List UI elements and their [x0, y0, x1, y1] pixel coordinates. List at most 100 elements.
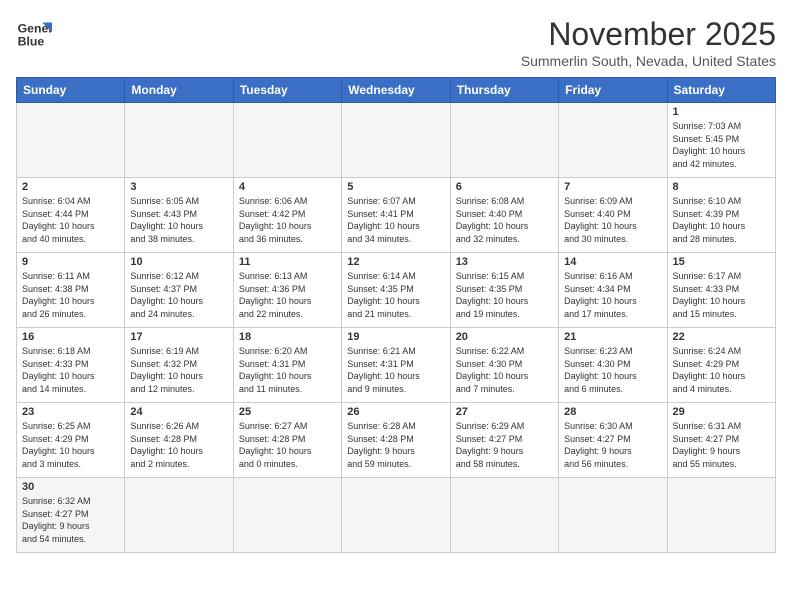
cell-info: Sunrise: 6:31 AM Sunset: 4:27 PM Dayligh…	[673, 420, 770, 470]
day-number: 13	[456, 256, 553, 268]
day-header-friday: Friday	[559, 78, 667, 103]
calendar-cell: 13 Sunrise: 6:15 AM Sunset: 4:35 PM Dayli…	[450, 253, 558, 328]
calendar-cell: 11 Sunrise: 6:13 AM Sunset: 4:36 PM Dayli…	[233, 253, 341, 328]
cell-info: Sunrise: 6:10 AM Sunset: 4:39 PM Dayligh…	[673, 195, 770, 245]
calendar-cell: 30Sunrise: 6:32 AM Sunset: 4:27 PM Dayli…	[17, 478, 125, 553]
calendar-table: SundayMondayTuesdayWednesdayThursdayFrid…	[16, 77, 776, 553]
cell-info: Sunrise: 6:08 AM Sunset: 4:40 PM Dayligh…	[456, 195, 553, 245]
day-number: 23	[22, 406, 119, 418]
calendar-cell: 5 Sunrise: 6:07 AM Sunset: 4:41 PM Daylig…	[342, 178, 450, 253]
svg-text:Blue: Blue	[18, 34, 45, 48]
calendar-cell: 27Sunrise: 6:29 AM Sunset: 4:27 PM Dayli…	[450, 403, 558, 478]
calendar-cell	[559, 478, 667, 553]
calendar-cell: 14 Sunrise: 6:16 AM Sunset: 4:34 PM Dayli…	[559, 253, 667, 328]
cell-info: Sunrise: 6:30 AM Sunset: 4:27 PM Dayligh…	[564, 420, 661, 470]
day-header-sunday: Sunday	[17, 78, 125, 103]
day-number: 8	[673, 181, 770, 193]
day-number: 22	[673, 331, 770, 343]
calendar-cell	[233, 103, 341, 178]
cell-info: Sunrise: 6:13 AM Sunset: 4:36 PM Dayligh…	[239, 270, 336, 320]
calendar-cell	[125, 103, 233, 178]
cell-info: Sunrise: 6:04 AM Sunset: 4:44 PM Dayligh…	[22, 195, 119, 245]
calendar-cell: 21 Sunrise: 6:23 AM Sunset: 4:30 PM Dayli…	[559, 328, 667, 403]
cell-info: Sunrise: 6:28 AM Sunset: 4:28 PM Dayligh…	[347, 420, 444, 470]
cell-info: Sunrise: 6:06 AM Sunset: 4:42 PM Dayligh…	[239, 195, 336, 245]
calendar-week-1: 2 Sunrise: 6:04 AM Sunset: 4:44 PM Daylig…	[17, 178, 776, 253]
calendar-cell	[667, 478, 775, 553]
cell-info: Sunrise: 6:20 AM Sunset: 4:31 PM Dayligh…	[239, 345, 336, 395]
day-header-saturday: Saturday	[667, 78, 775, 103]
day-number: 12	[347, 256, 444, 268]
day-number: 27	[456, 406, 553, 418]
cell-info: Sunrise: 6:23 AM Sunset: 4:30 PM Dayligh…	[564, 345, 661, 395]
day-number: 15	[673, 256, 770, 268]
day-number: 11	[239, 256, 336, 268]
day-number: 5	[347, 181, 444, 193]
day-number: 6	[456, 181, 553, 193]
cell-info: Sunrise: 6:05 AM Sunset: 4:43 PM Dayligh…	[130, 195, 227, 245]
calendar-cell: 10Sunrise: 6:12 AM Sunset: 4:37 PM Dayli…	[125, 253, 233, 328]
day-number: 28	[564, 406, 661, 418]
calendar-cell: 8 Sunrise: 6:10 AM Sunset: 4:39 PM Daylig…	[667, 178, 775, 253]
month-title: November 2025	[521, 16, 776, 53]
cell-info: Sunrise: 7:03 AM Sunset: 5:45 PM Dayligh…	[673, 120, 770, 170]
day-header-wednesday: Wednesday	[342, 78, 450, 103]
subtitle: Summerlin South, Nevada, United States	[521, 53, 776, 69]
day-number: 2	[22, 181, 119, 193]
day-header-thursday: Thursday	[450, 78, 558, 103]
calendar-week-3: 16Sunrise: 6:18 AM Sunset: 4:33 PM Dayli…	[17, 328, 776, 403]
calendar-cell: 2 Sunrise: 6:04 AM Sunset: 4:44 PM Daylig…	[17, 178, 125, 253]
cell-info: Sunrise: 6:14 AM Sunset: 4:35 PM Dayligh…	[347, 270, 444, 320]
day-number: 29	[673, 406, 770, 418]
cell-info: Sunrise: 6:19 AM Sunset: 4:32 PM Dayligh…	[130, 345, 227, 395]
cell-info: Sunrise: 6:24 AM Sunset: 4:29 PM Dayligh…	[673, 345, 770, 395]
cell-info: Sunrise: 6:16 AM Sunset: 4:34 PM Dayligh…	[564, 270, 661, 320]
day-number: 3	[130, 181, 227, 193]
calendar-cell: 24Sunrise: 6:26 AM Sunset: 4:28 PM Dayli…	[125, 403, 233, 478]
calendar-cell: 16Sunrise: 6:18 AM Sunset: 4:33 PM Dayli…	[17, 328, 125, 403]
cell-info: Sunrise: 6:11 AM Sunset: 4:38 PM Dayligh…	[22, 270, 119, 320]
day-number: 10	[130, 256, 227, 268]
calendar-cell: 15Sunrise: 6:17 AM Sunset: 4:33 PM Dayli…	[667, 253, 775, 328]
cell-info: Sunrise: 6:07 AM Sunset: 4:41 PM Dayligh…	[347, 195, 444, 245]
calendar-cell: 28 Sunrise: 6:30 AM Sunset: 4:27 PM Dayli…	[559, 403, 667, 478]
day-header-monday: Monday	[125, 78, 233, 103]
day-number: 26	[347, 406, 444, 418]
calendar-cell	[450, 103, 558, 178]
cell-info: Sunrise: 6:15 AM Sunset: 4:35 PM Dayligh…	[456, 270, 553, 320]
calendar-cell: 19 Sunrise: 6:21 AM Sunset: 4:31 PM Dayli…	[342, 328, 450, 403]
cell-info: Sunrise: 6:27 AM Sunset: 4:28 PM Dayligh…	[239, 420, 336, 470]
calendar-cell	[450, 478, 558, 553]
calendar-week-4: 23Sunrise: 6:25 AM Sunset: 4:29 PM Dayli…	[17, 403, 776, 478]
calendar-week-5: 30Sunrise: 6:32 AM Sunset: 4:27 PM Dayli…	[17, 478, 776, 553]
day-number: 17	[130, 331, 227, 343]
calendar-cell	[17, 103, 125, 178]
cell-info: Sunrise: 6:32 AM Sunset: 4:27 PM Dayligh…	[22, 495, 119, 545]
calendar-week-2: 9 Sunrise: 6:11 AM Sunset: 4:38 PM Daylig…	[17, 253, 776, 328]
calendar-cell: 25Sunrise: 6:27 AM Sunset: 4:28 PM Dayli…	[233, 403, 341, 478]
day-number: 9	[22, 256, 119, 268]
calendar-cell: 17 Sunrise: 6:19 AM Sunset: 4:32 PM Dayli…	[125, 328, 233, 403]
calendar-week-0: 1 Sunrise: 7:03 AM Sunset: 5:45 PM Daylig…	[17, 103, 776, 178]
day-number: 20	[456, 331, 553, 343]
calendar-cell: 18 Sunrise: 6:20 AM Sunset: 4:31 PM Dayli…	[233, 328, 341, 403]
calendar-cell: 20 Sunrise: 6:22 AM Sunset: 4:30 PM Dayli…	[450, 328, 558, 403]
calendar-cell	[342, 103, 450, 178]
cell-info: Sunrise: 6:22 AM Sunset: 4:30 PM Dayligh…	[456, 345, 553, 395]
day-number: 18	[239, 331, 336, 343]
calendar-cell: 7Sunrise: 6:09 AM Sunset: 4:40 PM Daylig…	[559, 178, 667, 253]
calendar-cell: 23Sunrise: 6:25 AM Sunset: 4:29 PM Dayli…	[17, 403, 125, 478]
day-number: 21	[564, 331, 661, 343]
day-number: 16	[22, 331, 119, 343]
calendar-cell	[233, 478, 341, 553]
day-header-tuesday: Tuesday	[233, 78, 341, 103]
calendar-cell: 4Sunrise: 6:06 AM Sunset: 4:42 PM Daylig…	[233, 178, 341, 253]
cell-info: Sunrise: 6:26 AM Sunset: 4:28 PM Dayligh…	[130, 420, 227, 470]
calendar-cell	[559, 103, 667, 178]
cell-info: Sunrise: 6:21 AM Sunset: 4:31 PM Dayligh…	[347, 345, 444, 395]
day-number: 7	[564, 181, 661, 193]
day-number: 1	[673, 106, 770, 118]
calendar-cell: 26 Sunrise: 6:28 AM Sunset: 4:28 PM Dayli…	[342, 403, 450, 478]
day-number: 19	[347, 331, 444, 343]
day-number: 14	[564, 256, 661, 268]
